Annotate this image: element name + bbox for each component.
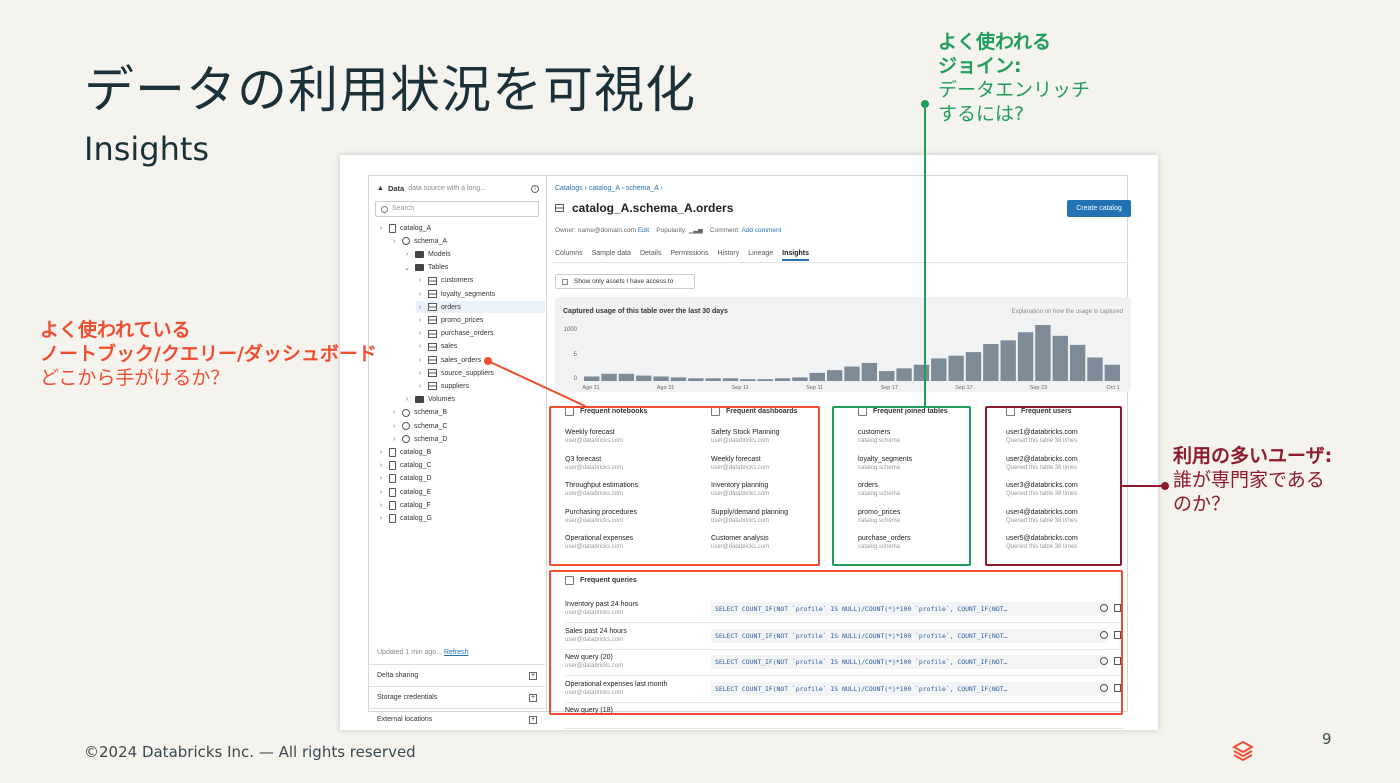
annotation-connectors — [484, 100, 1169, 490]
notebooks-connector-dot — [484, 357, 492, 365]
databricks-logo-icon — [1232, 740, 1254, 762]
copyright-footer: ©2024 Databricks Inc. — All rights reser… — [84, 743, 416, 761]
joins-connector-dot — [921, 100, 929, 108]
users-connector-dot — [1161, 482, 1169, 490]
page-number: 9 — [1322, 730, 1332, 748]
notebooks-connector — [487, 360, 586, 407]
